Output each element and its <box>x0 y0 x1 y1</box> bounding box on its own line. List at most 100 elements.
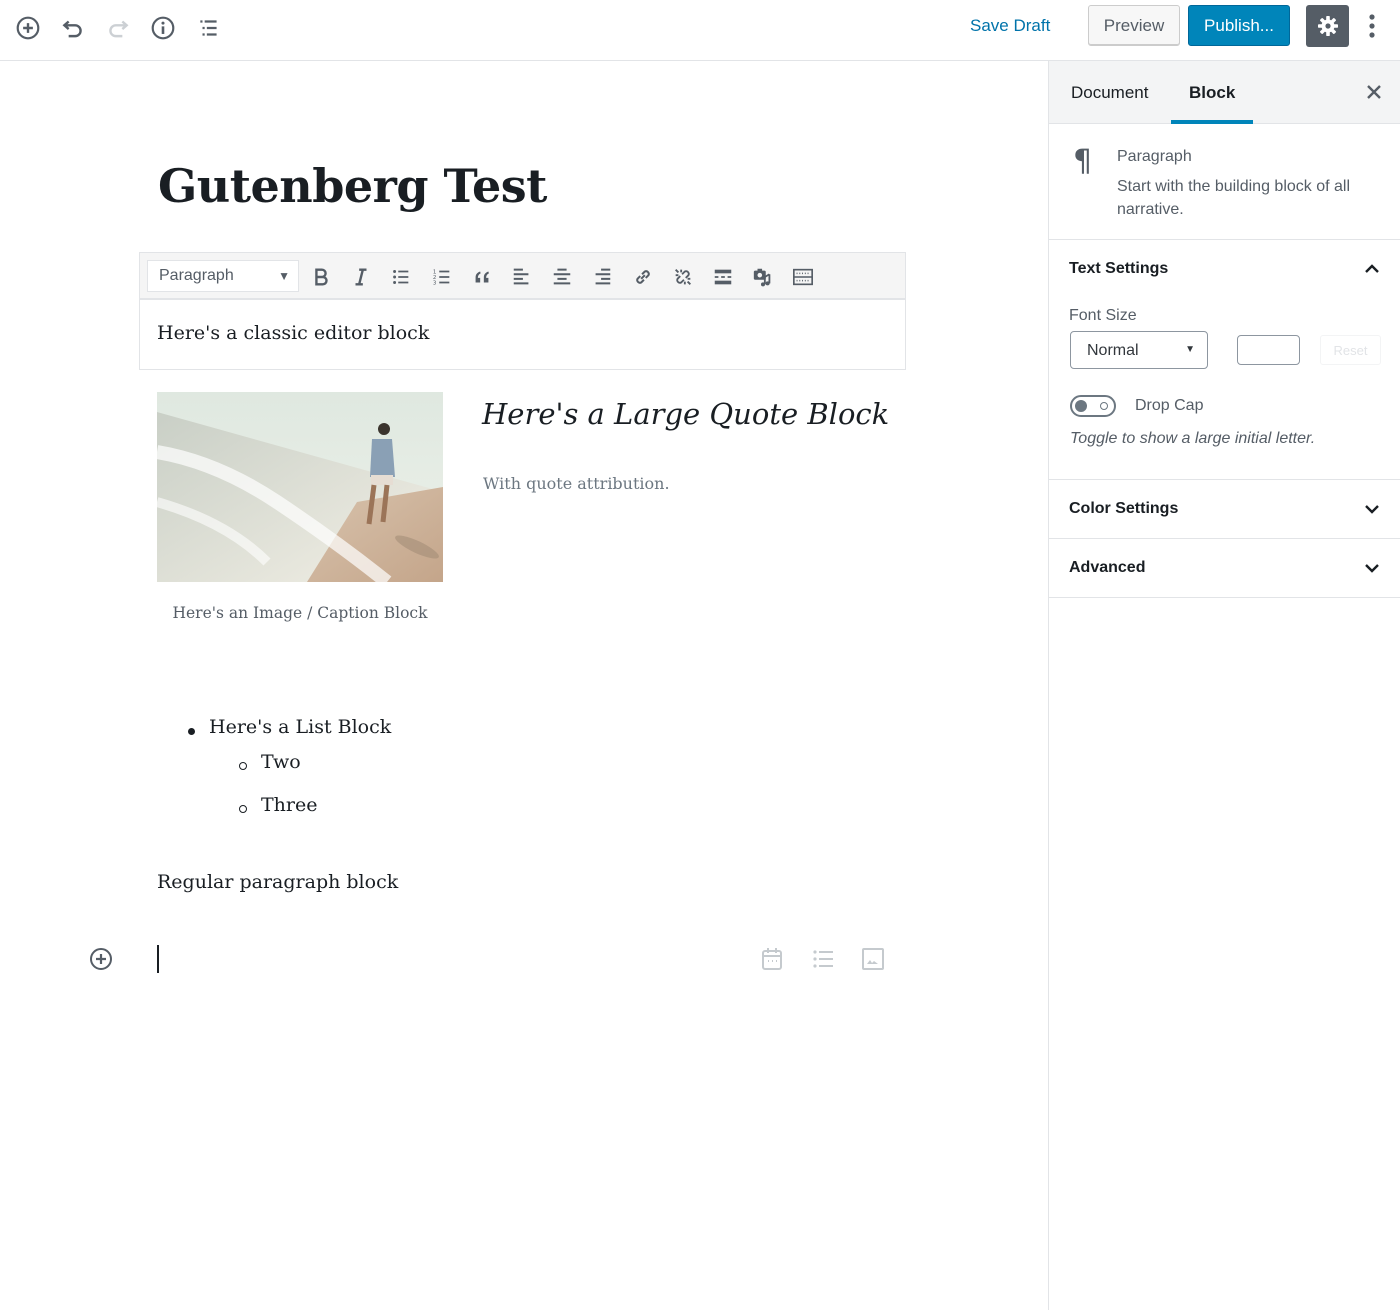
custom-font-size-input[interactable] <box>1237 335 1300 365</box>
block-card: ¶ Paragraph Start with the building bloc… <box>1049 124 1400 240</box>
post-title[interactable]: Gutenberg Test <box>158 159 547 213</box>
chevron-down-icon: ▼ <box>278 269 290 283</box>
close-icon <box>1367 85 1381 99</box>
panel-color-settings: Color Settings <box>1049 480 1400 539</box>
editor-canvas: Gutenberg Test Paragraph ▼ 123 Here's a … <box>0 61 1048 1310</box>
close-sidebar-button[interactable] <box>1363 81 1385 103</box>
add-block-icon <box>16 16 40 40</box>
add-media-button[interactable] <box>748 262 778 292</box>
insert-calendar-button[interactable] <box>758 945 786 973</box>
align-left-icon <box>513 268 529 285</box>
bullet-circle <box>239 762 247 770</box>
bullet-circle <box>239 805 247 813</box>
blockquote-icon <box>475 271 489 283</box>
settings-button[interactable] <box>1306 5 1349 47</box>
classic-block-text[interactable]: Here's a classic editor block <box>157 322 429 344</box>
tab-document[interactable]: Document <box>1071 83 1148 103</box>
block-card-title: Paragraph <box>1117 148 1192 165</box>
list-item[interactable]: Two <box>261 751 301 773</box>
insert-image-button[interactable] <box>859 945 887 973</box>
info-button[interactable] <box>147 12 179 44</box>
panel-advanced: Advanced <box>1049 539 1400 598</box>
link-button[interactable] <box>628 262 658 292</box>
unlink-button[interactable] <box>668 262 698 292</box>
calendar-icon <box>762 948 782 970</box>
drop-cap-label: Drop Cap <box>1135 397 1204 414</box>
block-card-description: Start with the building block of all nar… <box>1117 178 1351 218</box>
save-draft-button[interactable]: Save Draft <box>970 16 1050 36</box>
image-icon <box>862 948 884 970</box>
preview-button[interactable]: Preview <box>1088 5 1180 46</box>
inline-inserter-button[interactable] <box>89 947 113 971</box>
unlink-icon <box>675 269 691 285</box>
italic-button[interactable] <box>346 262 376 292</box>
chevron-up-icon <box>1365 264 1379 273</box>
quote-citation[interactable]: With quote attribution. <box>483 474 670 493</box>
align-center-icon <box>553 268 571 285</box>
font-size-select[interactable]: Normal ▼ <box>1070 331 1208 369</box>
numbered-list-icon: 123 <box>433 269 450 286</box>
blockquote-button[interactable] <box>467 262 497 292</box>
undo-icon <box>62 20 82 38</box>
align-right-icon <box>595 268 611 285</box>
panel-color-settings-toggle[interactable]: Color Settings <box>1049 480 1400 538</box>
numbered-list-button[interactable]: 123 <box>427 262 457 292</box>
redo-icon <box>109 20 129 38</box>
align-left-button[interactable] <box>507 262 537 292</box>
font-size-value: Normal <box>1087 342 1139 359</box>
bold-icon <box>315 268 328 286</box>
toggle-off-indicator <box>1100 402 1108 410</box>
bulleted-list-button[interactable] <box>386 262 416 292</box>
insert-list-button[interactable] <box>809 945 837 973</box>
classic-editor-block[interactable]: Paragraph ▼ 123 Here's a classic editor … <box>139 252 906 370</box>
bulleted-list-icon <box>393 270 409 284</box>
paragraph-icon: ¶ <box>1073 144 1093 179</box>
outline-icon <box>200 20 217 36</box>
panel-text-settings: Text Settings Font Size Normal ▼ Reset D… <box>1049 240 1400 480</box>
bold-button[interactable] <box>306 262 336 292</box>
more-menu-button[interactable] <box>1360 8 1384 44</box>
beach-photo <box>157 392 443 582</box>
format-select[interactable]: Paragraph ▼ <box>147 260 299 292</box>
info-icon <box>151 16 175 40</box>
image-block[interactable] <box>157 392 443 582</box>
read-more-button[interactable] <box>708 262 738 292</box>
settings-sidebar: Document Block ¶ Paragraph Start with th… <box>1048 61 1400 1310</box>
font-size-label: Font Size <box>1069 307 1137 324</box>
paragraph-block[interactable]: Regular paragraph block <box>157 871 398 893</box>
chevron-down-icon <box>1365 505 1379 514</box>
align-center-button[interactable] <box>547 262 577 292</box>
svg-text:3: 3 <box>433 280 437 286</box>
list-icon <box>813 950 833 968</box>
image-caption[interactable]: Here's an Image / Caption Block <box>157 604 443 622</box>
read-more-icon <box>714 269 732 285</box>
chevron-down-icon: ▼ <box>1185 344 1195 355</box>
redo-button[interactable] <box>102 12 134 44</box>
add-block-icon <box>90 948 112 970</box>
toolbar-toggle-button[interactable] <box>788 262 818 292</box>
panel-advanced-toggle[interactable]: Advanced <box>1049 539 1400 597</box>
text-cursor <box>157 945 159 973</box>
format-select-value: Paragraph <box>159 267 234 284</box>
drop-cap-help: Toggle to show a large initial letter. <box>1070 430 1316 447</box>
publish-button[interactable]: Publish... <box>1188 5 1290 46</box>
align-right-button[interactable] <box>587 262 617 292</box>
sidebar-tabs: Document Block <box>1049 61 1400 124</box>
italic-icon <box>355 268 367 286</box>
reset-font-size-button[interactable]: Reset <box>1320 335 1381 365</box>
toolbar-toggle-icon <box>793 268 813 286</box>
panel-title: Color Settings <box>1069 500 1179 517</box>
outline-button[interactable] <box>193 12 225 44</box>
list-item[interactable]: Here's a List Block <box>209 716 391 738</box>
classic-toolbar: Paragraph ▼ 123 <box>140 253 905 300</box>
chevron-down-icon <box>1365 564 1379 573</box>
panel-text-settings-toggle[interactable]: Text Settings <box>1049 240 1400 298</box>
undo-button[interactable] <box>57 12 89 44</box>
add-block-button[interactable] <box>12 12 44 44</box>
list-item[interactable]: Three <box>261 794 317 816</box>
tab-block[interactable]: Block <box>1189 83 1235 103</box>
drop-cap-toggle[interactable] <box>1070 395 1116 417</box>
toggle-knob <box>1075 400 1087 412</box>
quote-text[interactable]: Here's a Large Quote Block <box>482 397 889 431</box>
editor-header: Save Draft Preview Publish... <box>0 0 1400 61</box>
